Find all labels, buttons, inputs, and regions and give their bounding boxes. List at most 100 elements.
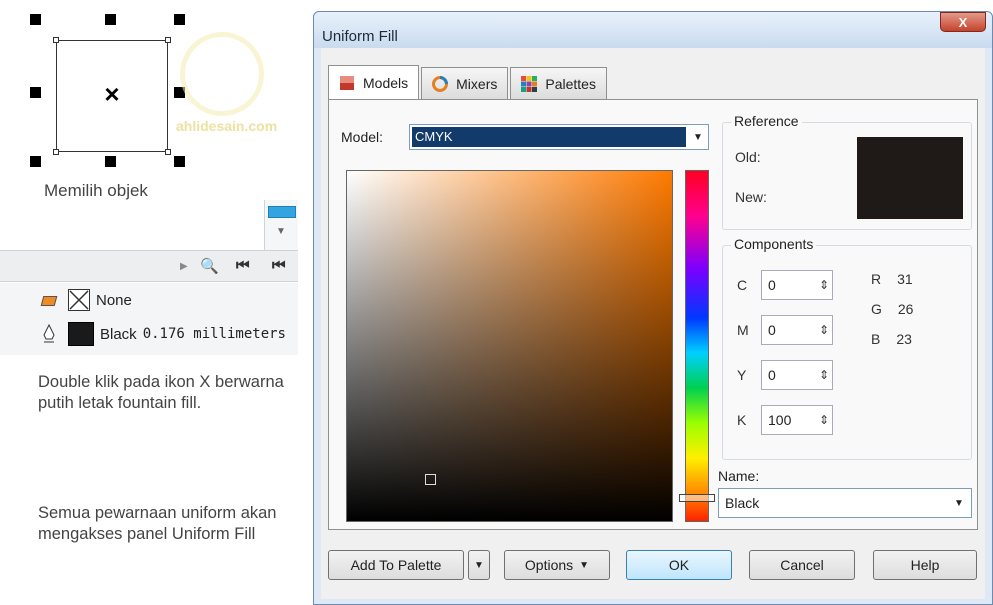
model-value: CMYK: [412, 127, 686, 147]
model-label: Model:: [341, 129, 384, 145]
close-button[interactable]: X: [940, 12, 986, 32]
selection-handle[interactable]: [30, 156, 41, 167]
chevron-down-icon: ▼: [474, 559, 484, 571]
rgb-value: 26: [897, 301, 914, 317]
object-rectangle[interactable]: ×: [56, 40, 168, 152]
button-label: OK: [668, 557, 690, 573]
outline-color-label: Black: [100, 325, 137, 343]
name-dropdown[interactable]: Black ▼: [718, 488, 972, 518]
tutorial-panel: × ahlidesain.com Memilih objek ▼ ▶ 🔍 ⏮ ⏮…: [0, 0, 305, 605]
fill-bucket-icon: [40, 290, 62, 310]
outline-row[interactable]: Black 0.176 millimeters: [40, 321, 286, 347]
note-double-click: Double klik pada ikon X berwarna putih l…: [38, 373, 284, 412]
outline-color-swatch[interactable]: [68, 322, 94, 346]
first-page-icon[interactable]: ⏮: [272, 257, 286, 274]
center-x-mark: ×: [104, 78, 120, 109]
spin-arrows-icon[interactable]: ⇕: [816, 323, 832, 337]
chevron-down-icon: ▼: [579, 559, 590, 571]
scrollbar[interactable]: ▼: [264, 200, 298, 250]
spin-arrows-icon[interactable]: ⇕: [816, 278, 832, 292]
outline-pen-icon: [40, 323, 58, 345]
model-dropdown[interactable]: CMYK ▼: [409, 124, 709, 150]
yellow-spinbox[interactable]: 0 ⇕: [761, 360, 833, 390]
spin-value: 0: [768, 367, 776, 383]
models-panel: Model: CMYK ▼ Reference Old: New: Compon…: [328, 99, 978, 530]
black-spinbox[interactable]: 100 ⇕: [761, 405, 833, 435]
spin-arrows-icon[interactable]: ⇕: [816, 413, 832, 427]
add-to-palette-button[interactable]: Add To Palette: [328, 550, 464, 580]
zoom-icon[interactable]: 🔍: [200, 257, 219, 275]
tab-models[interactable]: Models: [328, 65, 420, 99]
fill-label: None: [96, 291, 132, 309]
component-letter: M: [737, 322, 749, 338]
component-letter: Y: [737, 367, 747, 383]
tab-mixers[interactable]: Mixers: [421, 67, 509, 99]
add-to-palette-dropdown[interactable]: ▼: [468, 550, 490, 580]
spin-arrows-icon[interactable]: ⇕: [816, 368, 832, 382]
rgb-readout: R 31 G 26 B 23: [871, 264, 913, 354]
components-title: Components: [731, 236, 817, 252]
tab-palettes[interactable]: Palettes: [510, 67, 607, 99]
dialog-client-area: Models Mixers Palettes Model: CMYK ▼ Ref…: [321, 48, 985, 599]
button-label: Help: [910, 557, 940, 573]
ok-button[interactable]: OK: [626, 550, 732, 580]
hue-slider[interactable]: [685, 170, 709, 522]
caption-select-object: Memilih objek: [44, 181, 148, 200]
spin-value: 0: [768, 322, 776, 338]
watermark-logo: [180, 32, 264, 116]
button-label: Options: [524, 557, 574, 573]
rgb-row-b: B 23: [871, 324, 913, 354]
cancel-button[interactable]: Cancel: [749, 550, 855, 580]
help-button[interactable]: Help: [873, 550, 977, 580]
selection-handle[interactable]: [105, 14, 116, 25]
selection-handle[interactable]: [30, 87, 41, 98]
dialog-title: Uniform Fill: [322, 28, 398, 45]
component-letter: C: [737, 277, 748, 293]
component-c-row: C 0 ⇕: [737, 270, 833, 300]
component-k-row: K 100 ⇕: [737, 405, 833, 435]
rgb-letter: B: [871, 331, 881, 347]
options-button[interactable]: Options ▼: [504, 550, 610, 580]
selection-handle[interactable]: [105, 156, 116, 167]
reference-title: Reference: [731, 113, 802, 129]
scroll-thumb[interactable]: [268, 206, 296, 218]
selection-handle[interactable]: [30, 14, 41, 25]
color-picker-field[interactable]: [346, 170, 673, 522]
button-label: Add To Palette: [350, 557, 442, 573]
mixers-icon: [432, 75, 449, 92]
rgb-value: 23: [896, 331, 912, 347]
corner-node[interactable]: [53, 149, 59, 155]
magenta-spinbox[interactable]: 0 ⇕: [761, 315, 833, 345]
tab-label: Models: [363, 74, 409, 91]
chevron-down-icon[interactable]: ▼: [688, 125, 708, 149]
corner-node[interactable]: [165, 149, 171, 155]
chevron-down-icon[interactable]: ▼: [949, 489, 969, 517]
rgb-value: 31: [897, 271, 913, 287]
corner-node[interactable]: [165, 37, 171, 43]
selected-object[interactable]: ×: [30, 14, 190, 174]
selection-handle[interactable]: [174, 156, 185, 167]
uniform-fill-dialog: Uniform Fill X Models Mixers Palettes Mo…: [313, 11, 993, 605]
tab-strip: Models Mixers Palettes: [328, 65, 609, 99]
scroll-down-icon[interactable]: ▼: [276, 226, 286, 237]
expand-arrow-icon[interactable]: ▶: [180, 261, 188, 272]
components-group: Components C 0 ⇕ M 0 ⇕ Y 0 ⇕ K 100 ⇕ R 3…: [722, 236, 972, 460]
cyan-spinbox[interactable]: 0 ⇕: [761, 270, 833, 300]
fill-row[interactable]: None: [40, 287, 132, 313]
selection-handle[interactable]: [174, 14, 185, 25]
spin-value: 0: [768, 277, 776, 293]
rgb-letter: R: [871, 271, 882, 287]
dialog-titlebar[interactable]: Uniform Fill X: [314, 12, 992, 48]
rgb-row-r: R 31: [871, 264, 913, 294]
no-fill-x-icon[interactable]: [68, 289, 90, 311]
old-label: Old:: [735, 149, 761, 165]
watermark-text: ahlidesain.com: [176, 118, 278, 134]
button-label: Cancel: [780, 557, 824, 573]
name-value: Black: [725, 495, 760, 511]
color-picker-cursor[interactable]: [425, 474, 436, 485]
outline-width-label: 0.176 millimeters: [142, 326, 286, 342]
palettes-icon: [521, 75, 538, 92]
first-page-icon[interactable]: ⏮: [236, 257, 250, 274]
hue-slider-handle[interactable]: [679, 494, 715, 502]
corner-node[interactable]: [53, 37, 59, 43]
